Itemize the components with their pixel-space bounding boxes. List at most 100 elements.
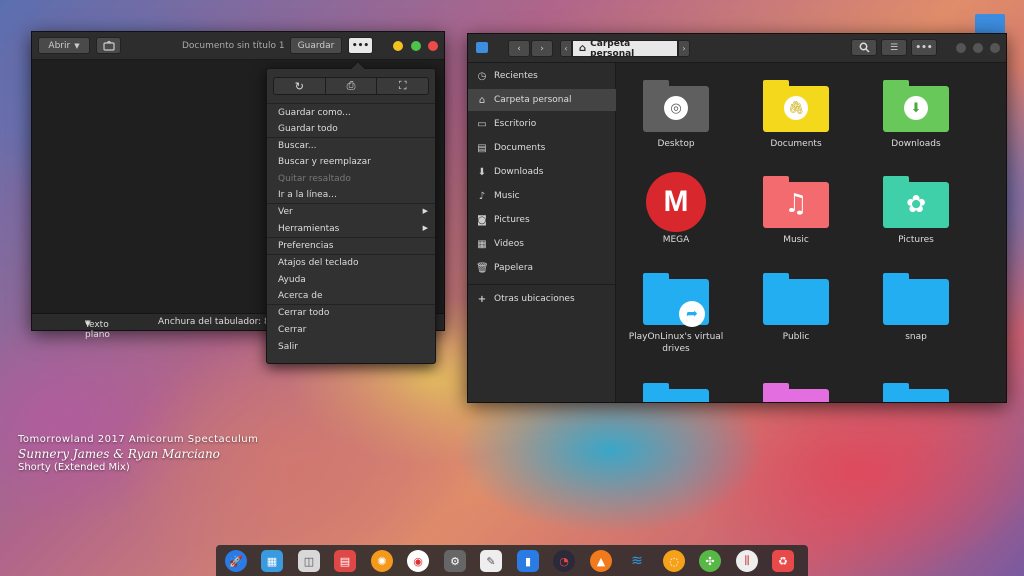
recent-docs-button[interactable] — [96, 37, 121, 54]
workspace-icon[interactable]: ▦ — [261, 550, 283, 572]
back-button[interactable]: ‹ — [508, 40, 530, 57]
screenshot-icon[interactable]: ◫ — [298, 550, 320, 572]
sidebar-label: Carpeta personal — [494, 95, 572, 105]
folder-public[interactable]: Public — [741, 273, 851, 343]
print-icon[interactable]: ⎙ — [326, 78, 378, 94]
folder-partial[interactable] — [621, 383, 731, 402]
close-button[interactable] — [428, 41, 438, 51]
sidebar-label: Downloads — [494, 167, 544, 177]
sidebar-label: Papelera — [494, 263, 534, 273]
menu-item-find-replace[interactable]: Buscar y reemplazar — [278, 157, 428, 167]
menu-item-tools[interactable]: Herramientas ▶ — [278, 224, 428, 234]
search-button[interactable] — [851, 39, 877, 56]
minimize-button[interactable] — [956, 43, 966, 53]
folder-icon: ◎ — [643, 80, 709, 132]
folder-icon: 🖇 — [763, 80, 829, 132]
folder-downloads[interactable]: ⬇ Downloads — [861, 80, 971, 150]
path-left-arrow[interactable]: ‹ — [560, 40, 572, 57]
path-right-arrow[interactable]: › — [678, 40, 690, 57]
sidebar-item-videos[interactable]: ▦ Videos — [468, 233, 616, 255]
close-button[interactable] — [990, 43, 1000, 53]
sidebar-item-home[interactable]: ⌂ Carpeta personal — [468, 89, 616, 111]
upload-icon[interactable]: ▲ — [590, 550, 612, 572]
folder-snap[interactable]: snap — [861, 273, 971, 343]
sidebar-item-desktop[interactable]: ▭ Escritorio — [468, 113, 616, 135]
folder-icon — [763, 273, 829, 325]
refresh-icon[interactable]: ↻ — [274, 78, 326, 94]
folder-pictures[interactable]: ✿ Pictures — [861, 176, 971, 246]
forward-button[interactable]: › — [531, 40, 553, 57]
music-player-icon[interactable]: ◔ — [553, 550, 575, 572]
wifi-icon[interactable]: ≋ — [626, 550, 648, 572]
folder-documents[interactable]: 🖇 Documents — [741, 80, 851, 150]
item-label: Pictures — [898, 235, 934, 245]
sidebar-item-pictures[interactable]: ◙ Pictures — [468, 209, 616, 231]
menu-item-tools-label: Herramientas — [278, 224, 340, 234]
green-app-icon[interactable]: ✣ — [699, 550, 721, 572]
menu-separator — [267, 137, 435, 138]
view-toggle-button[interactable]: ☰ — [881, 39, 907, 56]
menu-item-quit[interactable]: Salir — [278, 342, 428, 352]
sidebar-item-other-locations[interactable]: + Otras ubicaciones — [468, 288, 616, 310]
menu-item-find[interactable]: Buscar... — [278, 141, 428, 151]
launcher-rocket-icon[interactable]: 🚀 — [225, 550, 247, 572]
minimize-button[interactable] — [393, 41, 403, 51]
menu-button[interactable]: ••• — [348, 37, 373, 54]
list-view-icon: ☰ — [889, 42, 899, 53]
sidebar-item-trash[interactable]: 🗑 Papelera — [468, 257, 616, 279]
circle-app-icon[interactable]: ◌ — [663, 550, 685, 572]
open-button[interactable]: Abrir ▼ — [38, 37, 90, 54]
song-event: Tomorrowland 2017 Amicorum Spectaculum — [18, 434, 259, 445]
fullscreen-icon[interactable]: ⛶ — [377, 78, 428, 94]
folder-icon — [643, 383, 709, 402]
menu-item-close[interactable]: Cerrar — [278, 325, 428, 335]
menu-item-save-as[interactable]: Guardar como... — [278, 108, 428, 118]
sidebar-item-downloads[interactable]: ⬇ Downloads — [468, 161, 616, 183]
orange-app-icon[interactable]: ✺ — [371, 550, 393, 572]
menu-item-preferences[interactable]: Preferencias — [278, 241, 428, 251]
folder-partial[interactable] — [741, 383, 851, 402]
item-label: snap — [905, 332, 927, 342]
paperclip-icon: 🖇 — [784, 96, 808, 120]
tab-width-selector[interactable]: Anchura del tabulador: 8 — [158, 317, 270, 327]
song-title: Shorty (Extended Mix) — [18, 462, 130, 473]
folder-playonlinux[interactable]: ➦ PlayOnLinux's virtual drives — [621, 273, 731, 355]
sidebar-item-music[interactable]: ♪ Music — [468, 185, 616, 207]
menu-item-shortcuts[interactable]: Atajos del teclado — [278, 258, 428, 268]
flower-icon: ✿ — [905, 190, 927, 218]
desktop-icon: ▭ — [477, 118, 487, 130]
menu-item-view[interactable]: Ver ▶ — [278, 207, 428, 217]
menu-item-close-all[interactable]: Cerrar todo — [278, 308, 428, 318]
trash-icon[interactable]: ♻ — [772, 550, 794, 572]
clock-icon: ◷ — [477, 70, 487, 82]
maximize-button[interactable] — [973, 43, 983, 53]
maximize-button[interactable] — [411, 41, 421, 51]
files-menu-button[interactable]: ••• — [911, 39, 937, 56]
folder-music[interactable]: ♫ Music — [741, 176, 851, 246]
menu-item-help[interactable]: Ayuda — [278, 275, 428, 285]
menu-separator — [267, 304, 435, 305]
equalizer-icon[interactable]: ⫼ — [736, 550, 758, 572]
menu-item-about[interactable]: Acerca de — [278, 291, 428, 301]
chevron-down-icon: ▼ — [85, 320, 91, 328]
folder-partial[interactable] — [861, 383, 971, 402]
path-bar-home[interactable]: ⌂ Carpeta personal — [572, 39, 678, 59]
sidebar-item-recent[interactable]: ◷ Recientes — [468, 65, 616, 87]
search-icon — [859, 42, 870, 53]
document-title: Documento sin título 1 — [182, 41, 285, 51]
notes-icon[interactable]: ▤ — [334, 550, 356, 572]
sidebar-item-documents[interactable]: ▤ Documents — [468, 137, 616, 159]
settings-gear-icon[interactable]: ⚙ — [444, 550, 466, 572]
folder-desktop[interactable]: ◎ Desktop — [621, 80, 731, 150]
save-button[interactable]: Guardar — [290, 37, 342, 54]
text-editor-icon[interactable]: ✎ — [480, 550, 502, 572]
menu-item-go-to-line[interactable]: Ir a la línea... — [278, 190, 428, 200]
chevron-right-icon: ▶ — [422, 224, 428, 232]
menu-item-clear-highlight[interactable]: Quitar resaltado — [278, 174, 428, 184]
files-icon[interactable]: ▮ — [517, 550, 539, 572]
menu-item-save-all[interactable]: Guardar todo — [278, 124, 428, 134]
home-icon: ⌂ — [478, 94, 486, 106]
folder-mega[interactable]: M MEGA — [621, 172, 731, 246]
sidebar-label: Otras ubicaciones — [494, 294, 575, 304]
chrome-icon[interactable]: ◉ — [407, 550, 429, 572]
